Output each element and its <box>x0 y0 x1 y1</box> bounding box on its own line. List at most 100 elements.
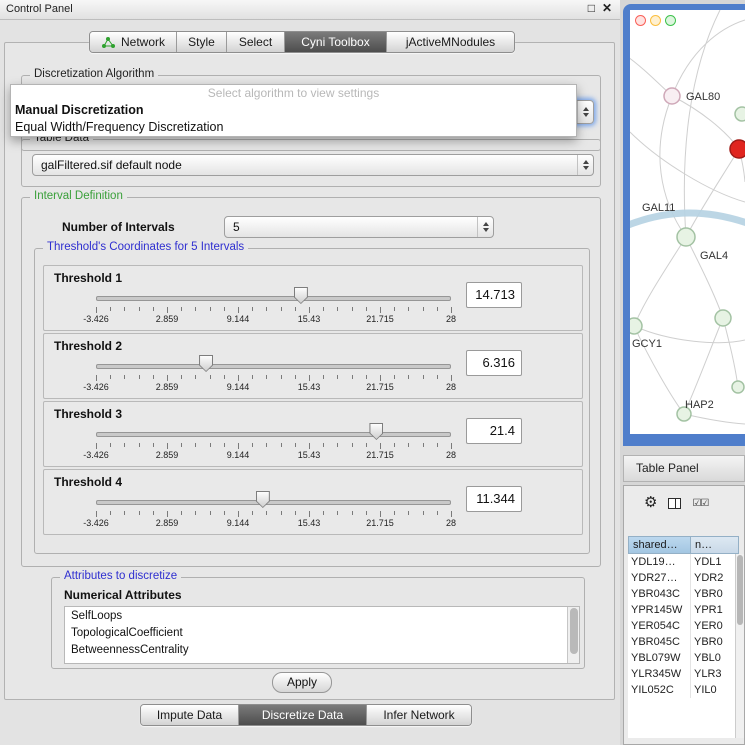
node-label-gal80: GAL80 <box>686 91 720 103</box>
threshold-value-field[interactable]: 11.344 <box>466 486 522 512</box>
tab-network[interactable]: Network <box>90 32 176 52</box>
tick-mark <box>195 375 196 379</box>
list-item[interactable]: SelfLoops <box>65 608 566 625</box>
network-edge-thick <box>630 213 745 226</box>
top-tab-bar: Network Style Select Cyni Toolbox jActiv… <box>89 31 515 53</box>
table-row[interactable]: YDL19…YDL1 <box>628 554 739 570</box>
tick-mark <box>224 443 225 447</box>
tab-jactivemnodules[interactable]: jActiveMNodules <box>386 32 514 52</box>
table-row[interactable]: YBR043CYBR0 <box>628 586 739 602</box>
float-panel-icon[interactable]: □ <box>588 1 595 15</box>
tick-mark <box>408 375 409 379</box>
table-data-group: Table Data galFiltered.sif default node <box>21 139 601 187</box>
slider-thumb[interactable] <box>199 355 213 372</box>
tick-mark <box>210 443 211 447</box>
network-node[interactable] <box>732 381 744 393</box>
attributes-group: Attributes to discretize Numerical Attri… <box>51 577 585 669</box>
tick-mark <box>394 307 395 311</box>
tick-mark <box>124 443 125 447</box>
network-node[interactable] <box>715 310 731 326</box>
tick-mark <box>394 511 395 515</box>
tick-mark <box>380 511 381 517</box>
tab-cyni-toolbox[interactable]: Cyni Toolbox <box>284 32 386 52</box>
cell-name: YER0 <box>691 618 739 634</box>
dropdown-option-manual-discretization[interactable]: Manual Discretization <box>11 102 576 119</box>
table-row[interactable]: YLR345WYLR3 <box>628 666 739 682</box>
slider-track[interactable] <box>96 296 451 301</box>
combo-stepper-icon[interactable] <box>577 101 593 123</box>
scrollbar-thumb[interactable] <box>737 555 743 625</box>
slider-thumb[interactable] <box>294 287 308 304</box>
columns-icon[interactable] <box>668 498 681 509</box>
network-node-highlighted[interactable] <box>730 140 745 158</box>
network-edge <box>723 318 738 387</box>
table-row[interactable]: YIL052CYIL0 <box>628 682 739 698</box>
threshold-value-field[interactable]: 6.316 <box>466 350 522 376</box>
tick-mark <box>238 511 239 517</box>
tab-infer-network[interactable]: Infer Network <box>366 705 471 725</box>
tick-mark <box>96 307 97 313</box>
scale-label: 9.144 <box>227 518 250 528</box>
table-scrollbar[interactable] <box>735 554 744 738</box>
tab-discretize-data[interactable]: Discretize Data <box>238 705 366 725</box>
tick-mark <box>266 307 267 311</box>
network-node[interactable] <box>735 107 745 121</box>
scale-label: -3.426 <box>83 382 109 392</box>
table-row[interactable]: YPR145WYPR1 <box>628 602 739 618</box>
tab-select[interactable]: Select <box>226 32 284 52</box>
apply-button[interactable]: Apply <box>272 672 332 693</box>
close-panel-icon[interactable]: ✕ <box>602 1 612 15</box>
gear-icon[interactable]: ⚙ <box>644 494 657 512</box>
network-node-gal4[interactable] <box>677 228 695 246</box>
tick-mark <box>451 511 452 517</box>
table-row[interactable]: YER054CYER0 <box>628 618 739 634</box>
zoom-window-icon[interactable] <box>665 15 676 26</box>
threshold-value-field[interactable]: 14.713 <box>466 282 522 308</box>
list-item[interactable]: BetweennessCentrality <box>65 642 566 659</box>
network-node-gcy1[interactable] <box>630 318 642 334</box>
network-node-gal80[interactable] <box>664 88 680 104</box>
table-row[interactable]: YBL079WYBL0 <box>628 650 739 666</box>
scale-label: 2.859 <box>156 450 179 460</box>
table-data-combo[interactable]: galFiltered.sif default node <box>32 154 594 176</box>
tick-mark <box>323 443 324 447</box>
minimize-window-icon[interactable] <box>650 15 661 26</box>
threshold-label: Threshold 4 <box>54 475 122 489</box>
column-header-name[interactable]: n… <box>691 536 739 554</box>
list-scrollbar[interactable] <box>567 607 579 663</box>
numerical-attributes-list[interactable]: SelfLoopsTopologicalCoefficientBetweenne… <box>64 606 580 664</box>
network-window-frame: GAL80 GAL11 GAL4 GCY1 HAP2 <box>623 4 745 446</box>
table-row[interactable]: YBR045CYBR0 <box>628 634 739 650</box>
tick-mark <box>96 375 97 381</box>
slider-track[interactable] <box>96 364 451 369</box>
combo-stepper-icon[interactable] <box>477 217 493 237</box>
tick-mark <box>337 307 338 311</box>
network-graph: GAL80 GAL11 GAL4 GCY1 HAP2 <box>630 10 745 434</box>
threshold-label: Threshold 3 <box>54 407 122 421</box>
column-header-shared-name[interactable]: shared… <box>628 536 691 554</box>
close-window-icon[interactable] <box>635 15 646 26</box>
select-columns-icon[interactable]: ☑☑ <box>692 498 708 509</box>
threshold-value-field[interactable]: 21.4 <box>466 418 522 444</box>
cell-shared-name: YLR345W <box>628 666 691 682</box>
tab-impute-data[interactable]: Impute Data <box>141 705 238 725</box>
slider-thumb[interactable] <box>369 423 383 440</box>
table-panel-toolbar: ⚙ ☑☑ <box>644 492 708 514</box>
list-item[interactable]: TopologicalCoefficient <box>65 625 566 642</box>
slider-scale-labels: -3.4262.8599.14415.4321.71528 <box>44 382 582 393</box>
slider-track[interactable] <box>96 500 451 505</box>
slider-track[interactable] <box>96 432 451 437</box>
tick-mark <box>252 375 253 379</box>
tab-style[interactable]: Style <box>176 32 226 52</box>
scrollbar-thumb[interactable] <box>570 608 578 654</box>
combo-stepper-icon[interactable] <box>577 155 593 175</box>
cell-name: YBR0 <box>691 586 739 602</box>
dropdown-option-equal-width-frequency[interactable]: Equal Width/Frequency Discretization <box>11 119 576 136</box>
tick-mark <box>380 375 381 381</box>
network-canvas[interactable]: GAL80 GAL11 GAL4 GCY1 HAP2 <box>630 10 745 434</box>
table-row[interactable]: YDR27…YDR2 <box>628 570 739 586</box>
slider-thumb[interactable] <box>256 491 270 508</box>
cell-name: YBR0 <box>691 634 739 650</box>
app-window: Control Panel □ ✕ Network Style S <box>0 0 745 745</box>
number-of-intervals-combo[interactable]: 5 <box>224 216 494 238</box>
